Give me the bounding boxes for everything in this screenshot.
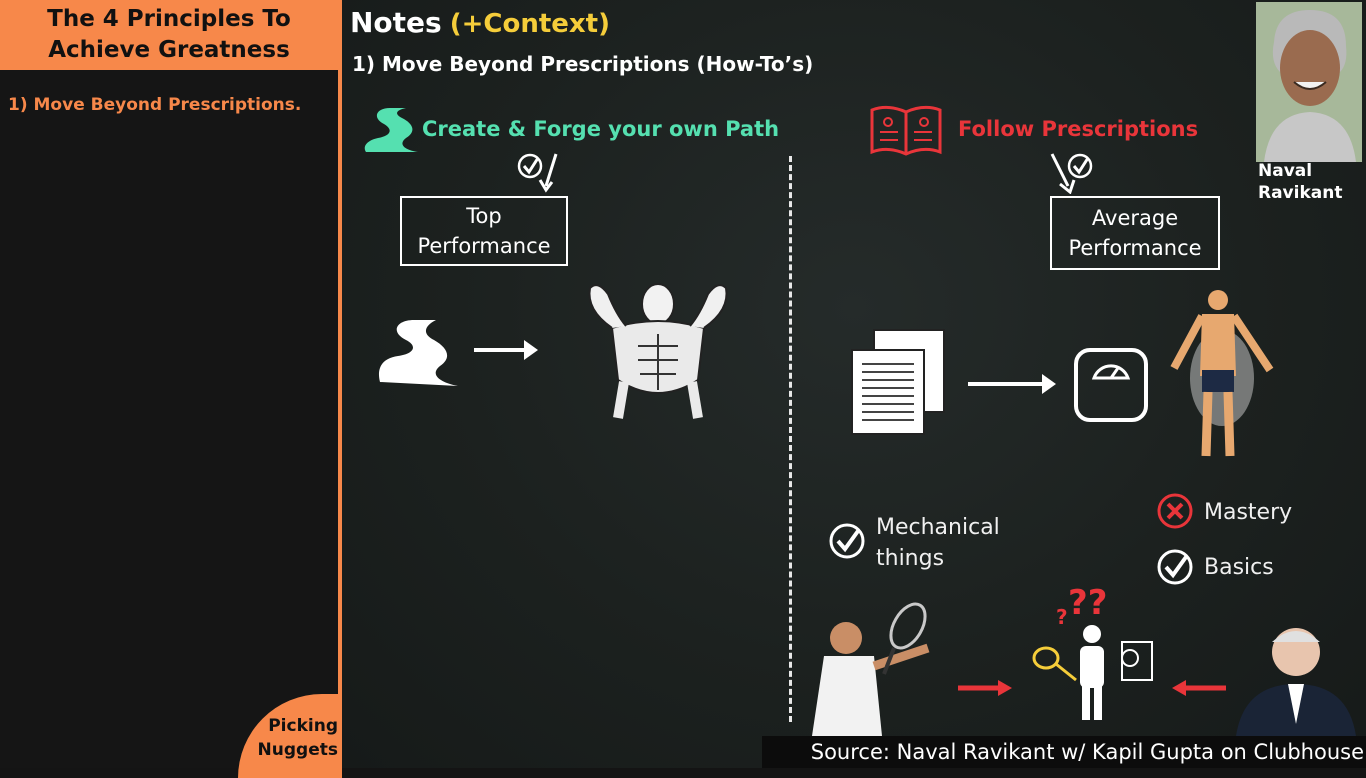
path-icon — [364, 108, 418, 152]
average-performance-box: Average Performance — [1050, 196, 1220, 270]
sidebar-title: The 4 Principles To Achieve Greatness — [47, 6, 291, 63]
mastery-label: Mastery — [1204, 500, 1293, 525]
average-person-illustration — [1170, 290, 1274, 457]
check-icon — [829, 523, 865, 559]
investor-photo — [1236, 628, 1356, 736]
book-icon — [870, 105, 942, 156]
arrow-icon — [474, 340, 538, 360]
right-heading: Follow Prescriptions — [958, 117, 1199, 141]
page-title: Notes (+Context) — [350, 6, 610, 39]
speaker-name: Naval Ravikant — [1258, 161, 1343, 203]
check-icon — [1157, 549, 1193, 585]
source-caption: Source: Naval Ravikant w/ Kapil Gupta on… — [762, 736, 1366, 768]
brand-label: Picking Nuggets — [257, 716, 338, 760]
column-divider — [789, 156, 792, 722]
arrow-icon — [968, 374, 1056, 394]
check-arrow-icon — [1050, 153, 1093, 194]
tennis-player-photo — [812, 602, 930, 736]
notes-title-text: Notes — [350, 6, 442, 39]
svg-text:??: ?? — [1068, 584, 1107, 623]
scale-icon — [1074, 348, 1148, 422]
top-performance-box: Top Performance — [400, 196, 568, 266]
notes-board: Notes (+Context) 1) Move Beyond Prescript… — [342, 0, 1366, 768]
sidebar-item-principle-1[interactable]: 1) Move Beyond Prescriptions. — [8, 95, 301, 115]
bodybuilder-illustration — [588, 283, 728, 419]
documents-icon — [851, 329, 945, 435]
left-heading: Create & Forge your own Path — [422, 117, 780, 141]
arrow-icon — [958, 680, 1012, 696]
path-icon — [378, 320, 458, 386]
brand-badge: Picking Nuggets — [238, 694, 342, 778]
sidebar: The 4 Principles To Achieve Greatness 1)… — [0, 0, 342, 778]
mechanical-things-label: Mechanical things — [876, 515, 1000, 571]
check-arrow-icon — [517, 153, 558, 193]
arrow-icon — [1172, 680, 1226, 696]
basics-label: Basics — [1204, 555, 1274, 580]
section-heading: 1) Move Beyond Prescriptions (How-To’s) — [352, 52, 814, 76]
confused-person-icon: ?? ? — [1032, 584, 1153, 720]
sidebar-header: The 4 Principles To Achieve Greatness — [0, 0, 338, 70]
cross-icon — [1157, 493, 1193, 529]
svg-text:?: ? — [1056, 605, 1068, 629]
speaker-photo — [1256, 2, 1362, 162]
notes-subtitle: (+Context) — [449, 9, 610, 39]
